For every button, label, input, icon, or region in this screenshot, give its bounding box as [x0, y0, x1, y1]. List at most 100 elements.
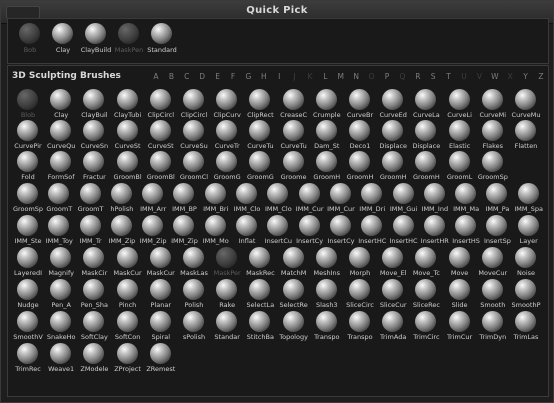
brush-item[interactable]: Smooth	[477, 278, 509, 312]
brush-item[interactable]: ZModele	[78, 342, 110, 376]
brush-item[interactable]: SelectRe	[278, 278, 310, 312]
brush-item[interactable]: MaskLas	[178, 246, 210, 280]
brush-item[interactable]: Slide	[444, 278, 476, 312]
brush-item[interactable]: Slash3	[311, 278, 343, 312]
alphabet-letter-k[interactable]: K	[305, 72, 315, 81]
brush-item[interactable]: IMM_Cur	[325, 182, 357, 216]
brush-item[interactable]: InsertHS	[450, 214, 482, 248]
brush-item[interactable]: CurveTu	[278, 119, 310, 153]
brush-item[interactable]: MaskCur	[112, 246, 144, 280]
brush-item[interactable]: Magnify	[45, 246, 77, 280]
brush-item[interactable]: TrimRec	[12, 342, 44, 376]
brush-item[interactable]: InsertHC	[356, 214, 388, 248]
brush-item[interactable]: SnakeHo	[45, 310, 77, 344]
brush-item[interactable]: IMM_Pa	[481, 182, 513, 216]
alphabet-letter-i[interactable]: I	[274, 72, 284, 81]
brush-item[interactable]: IMM_Clo	[262, 182, 294, 216]
brush-item[interactable]: IMM_Zip	[137, 214, 169, 248]
alphabet-letter-v[interactable]: V	[474, 72, 484, 81]
brush-item[interactable]: IMM_Bri	[200, 182, 232, 216]
brush-item[interactable]: Move_El	[377, 246, 409, 280]
brush-item[interactable]: Crumple	[311, 88, 343, 122]
alphabet-letter-o[interactable]: O	[367, 72, 377, 81]
brush-item[interactable]: Weave1	[45, 342, 77, 376]
brush-item[interactable]: LayeredI	[12, 246, 44, 280]
brush-item[interactable]: IMM_Ma	[450, 182, 482, 216]
brush-item[interactable]: Move	[444, 246, 476, 280]
brush-item[interactable]: ClipRect	[244, 88, 276, 122]
brush-item[interactable]: IMM_Toy	[43, 214, 75, 248]
brush-item[interactable]: ClipCurv	[211, 88, 243, 122]
alphabet-letter-m[interactable]: M	[336, 72, 346, 81]
brush-item[interactable]: FormSof	[45, 150, 77, 184]
brush-item[interactable]: StitchBa	[244, 310, 276, 344]
brush-item[interactable]: InsertSp	[481, 214, 513, 248]
brush-item[interactable]: Standar	[211, 310, 243, 344]
brush-item[interactable]: GroomH	[410, 150, 442, 184]
brush-item[interactable]: CurveMi	[477, 88, 509, 122]
brush-item[interactable]: Spiral	[145, 310, 177, 344]
alphabet-letter-s[interactable]: S	[428, 72, 438, 81]
brush-item[interactable]: Pen_Sha	[78, 278, 110, 312]
brush-item[interactable]: MatchM	[278, 246, 310, 280]
brush-item[interactable]: IMM_Ind	[419, 182, 451, 216]
alphabet-letter-c[interactable]: C	[182, 72, 192, 81]
brush-item[interactable]: IMM_Gui	[388, 182, 420, 216]
brush-item[interactable]: CurveLi	[444, 88, 476, 122]
brush-item[interactable]: Nudge	[12, 278, 44, 312]
brush-item[interactable]: InsertHC	[388, 214, 420, 248]
brush-item[interactable]: CurveSn	[78, 119, 110, 153]
brush-item[interactable]: InsertCy	[294, 214, 326, 248]
brush-item[interactable]: GroomG	[244, 150, 276, 184]
brush-item[interactable]: IMM_Zip	[168, 214, 200, 248]
brush-item[interactable]: ClayBuil	[78, 88, 110, 122]
brush-item[interactable]: GroomH	[344, 150, 376, 184]
quick-pick-brush[interactable]: ClayBuild	[80, 21, 112, 59]
brush-item[interactable]: MaskCir	[78, 246, 110, 280]
brush-item[interactable]: CurveSt	[112, 119, 144, 153]
brush-item[interactable]: MaskCur	[145, 246, 177, 280]
alphabet-letter-y[interactable]: Y	[521, 72, 531, 81]
brush-item[interactable]: Elastic	[444, 119, 476, 153]
alphabet-letter-p[interactable]: P	[382, 72, 392, 81]
brush-item[interactable]: SmoothV	[12, 310, 44, 344]
brush-item[interactable]: ZProject	[112, 342, 144, 376]
brush-item[interactable]: hPolish	[106, 182, 138, 216]
brush-item[interactable]: TrimAda	[377, 310, 409, 344]
brush-item[interactable]: SmoothP	[510, 278, 542, 312]
brush-item[interactable]: InsertCy	[325, 214, 357, 248]
brush-item[interactable]: InsertCu	[262, 214, 294, 248]
alphabet-letter-w[interactable]: W	[490, 72, 500, 81]
quick-pick-brush[interactable]: Bob	[14, 21, 46, 59]
brush-item[interactable]: Rake	[211, 278, 243, 312]
brush-item[interactable]: IMM_Cur	[294, 182, 326, 216]
brush-item[interactable]: IMM_Arr	[137, 182, 169, 216]
brush-item[interactable]: Groome	[278, 150, 310, 184]
brush-item[interactable]: Displace	[377, 119, 409, 153]
brush-item[interactable]: CreaseC	[278, 88, 310, 122]
brush-item[interactable]: Noise	[510, 246, 542, 280]
brush-item[interactable]: sPolish	[178, 310, 210, 344]
brush-item[interactable]: GroomL	[444, 150, 476, 184]
brush-item[interactable]: ClipCircl	[145, 88, 177, 122]
brush-item[interactable]: ClipCircl	[178, 88, 210, 122]
alphabet-letter-g[interactable]: G	[243, 72, 253, 81]
brush-item[interactable]: SliceCur	[377, 278, 409, 312]
brush-item[interactable]: CurvePir	[12, 119, 44, 153]
brush-item[interactable]: TrimCur	[444, 310, 476, 344]
alphabet-letter-x[interactable]: X	[505, 72, 515, 81]
brush-item[interactable]: IMM_Spa	[513, 182, 545, 216]
alphabet-letter-u[interactable]: U	[459, 72, 469, 81]
brush-item[interactable]: Topology	[278, 310, 310, 344]
brush-item[interactable]: Transpo	[311, 310, 343, 344]
brush-item[interactable]: CurveEd	[377, 88, 409, 122]
brush-item[interactable]: Fractur	[78, 150, 110, 184]
brush-item[interactable]: Planar	[145, 278, 177, 312]
brush-item[interactable]: IMM_Zip	[106, 214, 138, 248]
brush-item[interactable]: Fold	[12, 150, 44, 184]
brush-item[interactable]: IMM_Dri	[356, 182, 388, 216]
brush-item[interactable]: CurveSt	[145, 119, 177, 153]
brush-item[interactable]: Transpo	[344, 310, 376, 344]
brush-item[interactable]: GroomH	[377, 150, 409, 184]
brush-item[interactable]: Polish	[178, 278, 210, 312]
